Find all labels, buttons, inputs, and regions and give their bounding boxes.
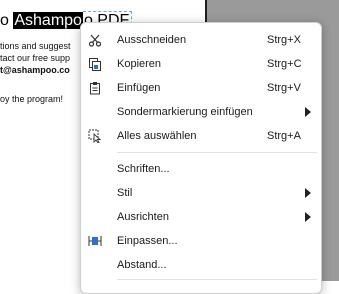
menu-item-label: Einfügen [117, 82, 161, 94]
menu-item-cut[interactable]: Ausschneiden Strg+X [81, 29, 321, 51]
menu-item-label: Alles auswählen [117, 130, 197, 142]
menu-item-select-all[interactable]: Alles auswählen Strg+A [81, 125, 321, 147]
menu-item-label: Schriften... [117, 163, 170, 175]
context-menu: Ausschneiden Strg+X Kopieren Strg+C Einf… [80, 22, 322, 294]
document-text-line: tact our free supp [0, 53, 71, 63]
submenu-arrow-icon [305, 212, 311, 222]
menu-item-shortcut: Strg+V [267, 82, 301, 94]
document-text-line: tions and suggest [0, 41, 71, 51]
menu-item-paste[interactable]: Einfügen Strg+V [81, 77, 321, 99]
menu-item-align[interactable]: Ausrichten [81, 206, 321, 228]
menu-item-shortcut: Strg+A [267, 130, 301, 142]
paste-icon [88, 81, 102, 95]
menu-item-paste-special[interactable]: Sondermarkierung einfügen [81, 101, 321, 123]
menu-item-fit[interactable]: Einpassen... [81, 230, 321, 252]
submenu-arrow-icon [305, 107, 311, 117]
menu-item-copy[interactable]: Kopieren Strg+C [81, 53, 321, 75]
menu-item-shortcut: Strg+X [267, 34, 301, 46]
submenu-arrow-icon [305, 188, 311, 198]
menu-item-fonts[interactable]: Schriften... [81, 158, 321, 180]
copy-icon [88, 57, 102, 71]
menu-item-label: Kopieren [117, 58, 162, 70]
menu-item-label: Stil [117, 187, 133, 199]
select-all-icon [88, 129, 102, 144]
fit-icon [88, 234, 102, 248]
scissors-icon [88, 33, 102, 47]
document-text-line: t@ashampoo.co [0, 65, 70, 75]
menu-item-label: Einpassen... [117, 235, 178, 247]
menu-item-spacing[interactable]: Abstand... [81, 254, 321, 276]
title-text-prefix: o [0, 12, 14, 29]
menu-separator [117, 279, 317, 280]
menu-item-label: Ausschneiden [117, 34, 187, 46]
menu-item-label: Ausrichten [117, 211, 169, 223]
title-text-selected[interactable]: Ashampo [13, 12, 83, 29]
menu-item-label: Abstand... [117, 259, 167, 271]
menu-item-shortcut: Strg+C [267, 58, 302, 70]
menu-separator [117, 152, 317, 153]
menu-item-label: Sondermarkierung einfügen [117, 106, 253, 118]
menu-item-style[interactable]: Stil [81, 182, 321, 204]
document-text-line: oy the program! [0, 94, 64, 104]
